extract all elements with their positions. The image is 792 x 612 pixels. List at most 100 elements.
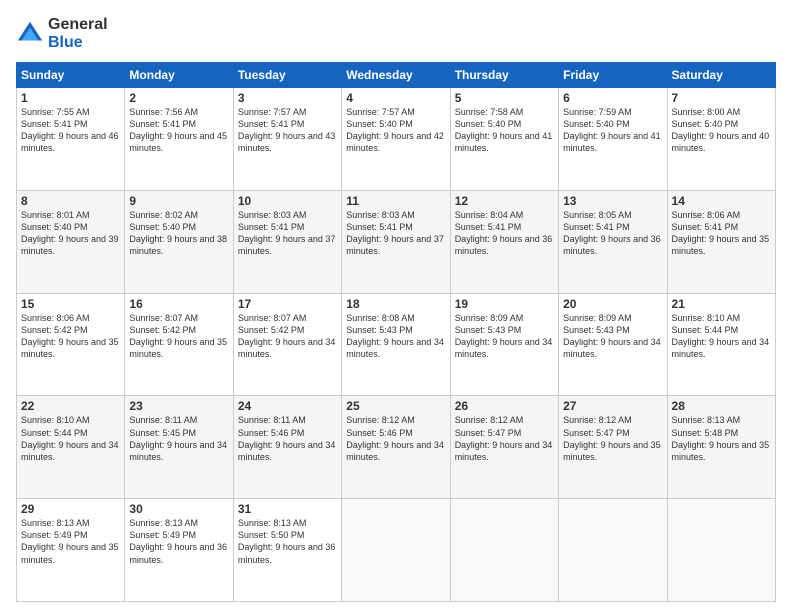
calendar-cell: 30Sunrise: 8:13 AMSunset: 5:49 PMDayligh…: [125, 499, 233, 602]
day-number: 3: [238, 91, 337, 105]
calendar-cell: 6Sunrise: 7:59 AMSunset: 5:40 PMDaylight…: [559, 88, 667, 191]
calendar-cell: 7Sunrise: 8:00 AMSunset: 5:40 PMDaylight…: [667, 88, 775, 191]
cell-text: Sunrise: 8:11 AMSunset: 5:46 PMDaylight:…: [238, 414, 337, 463]
cell-text: Sunrise: 7:57 AMSunset: 5:41 PMDaylight:…: [238, 106, 337, 155]
calendar-header-tuesday: Tuesday: [233, 63, 341, 88]
day-number: 8: [21, 194, 120, 208]
day-number: 9: [129, 194, 228, 208]
calendar-cell: 5Sunrise: 7:58 AMSunset: 5:40 PMDaylight…: [450, 88, 558, 191]
cell-text: Sunrise: 8:12 AMSunset: 5:47 PMDaylight:…: [563, 414, 662, 463]
calendar-cell: 28Sunrise: 8:13 AMSunset: 5:48 PMDayligh…: [667, 396, 775, 499]
day-number: 6: [563, 91, 662, 105]
day-number: 7: [672, 91, 771, 105]
day-number: 4: [346, 91, 445, 105]
cell-text: Sunrise: 8:13 AMSunset: 5:50 PMDaylight:…: [238, 517, 337, 566]
day-number: 21: [672, 297, 771, 311]
day-number: 12: [455, 194, 554, 208]
day-number: 25: [346, 399, 445, 413]
cell-text: Sunrise: 8:07 AMSunset: 5:42 PMDaylight:…: [238, 312, 337, 361]
calendar-cell: 27Sunrise: 8:12 AMSunset: 5:47 PMDayligh…: [559, 396, 667, 499]
day-number: 26: [455, 399, 554, 413]
cell-text: Sunrise: 8:08 AMSunset: 5:43 PMDaylight:…: [346, 312, 445, 361]
calendar-cell: [667, 499, 775, 602]
calendar-cell: 26Sunrise: 8:12 AMSunset: 5:47 PMDayligh…: [450, 396, 558, 499]
logo: General Blue: [16, 16, 108, 52]
calendar-cell: 8Sunrise: 8:01 AMSunset: 5:40 PMDaylight…: [17, 190, 125, 293]
calendar-header-thursday: Thursday: [450, 63, 558, 88]
calendar-cell: 21Sunrise: 8:10 AMSunset: 5:44 PMDayligh…: [667, 293, 775, 396]
cell-text: Sunrise: 8:06 AMSunset: 5:41 PMDaylight:…: [672, 209, 771, 258]
calendar-header-sunday: Sunday: [17, 63, 125, 88]
cell-text: Sunrise: 7:59 AMSunset: 5:40 PMDaylight:…: [563, 106, 662, 155]
calendar-header-monday: Monday: [125, 63, 233, 88]
day-number: 19: [455, 297, 554, 311]
day-number: 22: [21, 399, 120, 413]
cell-text: Sunrise: 8:03 AMSunset: 5:41 PMDaylight:…: [346, 209, 445, 258]
calendar-cell: 23Sunrise: 8:11 AMSunset: 5:45 PMDayligh…: [125, 396, 233, 499]
calendar-cell: 2Sunrise: 7:56 AMSunset: 5:41 PMDaylight…: [125, 88, 233, 191]
calendar-cell: 3Sunrise: 7:57 AMSunset: 5:41 PMDaylight…: [233, 88, 341, 191]
calendar-cell: [450, 499, 558, 602]
day-number: 27: [563, 399, 662, 413]
calendar-cell: [342, 499, 450, 602]
day-number: 16: [129, 297, 228, 311]
cell-text: Sunrise: 8:13 AMSunset: 5:48 PMDaylight:…: [672, 414, 771, 463]
cell-text: Sunrise: 8:04 AMSunset: 5:41 PMDaylight:…: [455, 209, 554, 258]
calendar-header-saturday: Saturday: [667, 63, 775, 88]
calendar-cell: 10Sunrise: 8:03 AMSunset: 5:41 PMDayligh…: [233, 190, 341, 293]
calendar-week-4: 22Sunrise: 8:10 AMSunset: 5:44 PMDayligh…: [17, 396, 776, 499]
calendar-week-1: 1Sunrise: 7:55 AMSunset: 5:41 PMDaylight…: [17, 88, 776, 191]
page: General Blue SundayMondayTuesdayWednesda…: [0, 0, 792, 612]
calendar-week-2: 8Sunrise: 8:01 AMSunset: 5:40 PMDaylight…: [17, 190, 776, 293]
day-number: 5: [455, 91, 554, 105]
calendar-cell: 19Sunrise: 8:09 AMSunset: 5:43 PMDayligh…: [450, 293, 558, 396]
cell-text: Sunrise: 8:09 AMSunset: 5:43 PMDaylight:…: [455, 312, 554, 361]
calendar-cell: 16Sunrise: 8:07 AMSunset: 5:42 PMDayligh…: [125, 293, 233, 396]
calendar-body: 1Sunrise: 7:55 AMSunset: 5:41 PMDaylight…: [17, 88, 776, 602]
day-number: 17: [238, 297, 337, 311]
calendar-header-row: SundayMondayTuesdayWednesdayThursdayFrid…: [17, 63, 776, 88]
calendar-cell: 17Sunrise: 8:07 AMSunset: 5:42 PMDayligh…: [233, 293, 341, 396]
cell-text: Sunrise: 8:03 AMSunset: 5:41 PMDaylight:…: [238, 209, 337, 258]
calendar-week-3: 15Sunrise: 8:06 AMSunset: 5:42 PMDayligh…: [17, 293, 776, 396]
calendar-cell: 4Sunrise: 7:57 AMSunset: 5:40 PMDaylight…: [342, 88, 450, 191]
header: General Blue: [16, 16, 776, 52]
cell-text: Sunrise: 8:09 AMSunset: 5:43 PMDaylight:…: [563, 312, 662, 361]
cell-text: Sunrise: 7:57 AMSunset: 5:40 PMDaylight:…: [346, 106, 445, 155]
day-number: 2: [129, 91, 228, 105]
cell-text: Sunrise: 8:05 AMSunset: 5:41 PMDaylight:…: [563, 209, 662, 258]
day-number: 10: [238, 194, 337, 208]
day-number: 14: [672, 194, 771, 208]
logo-icon: [16, 20, 44, 48]
cell-text: Sunrise: 7:58 AMSunset: 5:40 PMDaylight:…: [455, 106, 554, 155]
cell-text: Sunrise: 8:11 AMSunset: 5:45 PMDaylight:…: [129, 414, 228, 463]
calendar-cell: 24Sunrise: 8:11 AMSunset: 5:46 PMDayligh…: [233, 396, 341, 499]
calendar-table: SundayMondayTuesdayWednesdayThursdayFrid…: [16, 62, 776, 602]
cell-text: Sunrise: 7:56 AMSunset: 5:41 PMDaylight:…: [129, 106, 228, 155]
calendar-cell: 14Sunrise: 8:06 AMSunset: 5:41 PMDayligh…: [667, 190, 775, 293]
calendar-cell: 20Sunrise: 8:09 AMSunset: 5:43 PMDayligh…: [559, 293, 667, 396]
calendar-cell: 11Sunrise: 8:03 AMSunset: 5:41 PMDayligh…: [342, 190, 450, 293]
calendar-week-5: 29Sunrise: 8:13 AMSunset: 5:49 PMDayligh…: [17, 499, 776, 602]
cell-text: Sunrise: 8:13 AMSunset: 5:49 PMDaylight:…: [21, 517, 120, 566]
day-number: 28: [672, 399, 771, 413]
day-number: 18: [346, 297, 445, 311]
day-number: 13: [563, 194, 662, 208]
calendar-cell: 13Sunrise: 8:05 AMSunset: 5:41 PMDayligh…: [559, 190, 667, 293]
calendar-cell: 25Sunrise: 8:12 AMSunset: 5:46 PMDayligh…: [342, 396, 450, 499]
calendar-header-friday: Friday: [559, 63, 667, 88]
day-number: 24: [238, 399, 337, 413]
day-number: 29: [21, 502, 120, 516]
calendar-cell: 1Sunrise: 7:55 AMSunset: 5:41 PMDaylight…: [17, 88, 125, 191]
calendar-cell: [559, 499, 667, 602]
calendar-cell: 22Sunrise: 8:10 AMSunset: 5:44 PMDayligh…: [17, 396, 125, 499]
cell-text: Sunrise: 8:12 AMSunset: 5:46 PMDaylight:…: [346, 414, 445, 463]
day-number: 15: [21, 297, 120, 311]
cell-text: Sunrise: 8:10 AMSunset: 5:44 PMDaylight:…: [21, 414, 120, 463]
calendar-cell: 12Sunrise: 8:04 AMSunset: 5:41 PMDayligh…: [450, 190, 558, 293]
calendar-cell: 29Sunrise: 8:13 AMSunset: 5:49 PMDayligh…: [17, 499, 125, 602]
day-number: 23: [129, 399, 228, 413]
calendar-header-wednesday: Wednesday: [342, 63, 450, 88]
cell-text: Sunrise: 8:00 AMSunset: 5:40 PMDaylight:…: [672, 106, 771, 155]
cell-text: Sunrise: 8:13 AMSunset: 5:49 PMDaylight:…: [129, 517, 228, 566]
